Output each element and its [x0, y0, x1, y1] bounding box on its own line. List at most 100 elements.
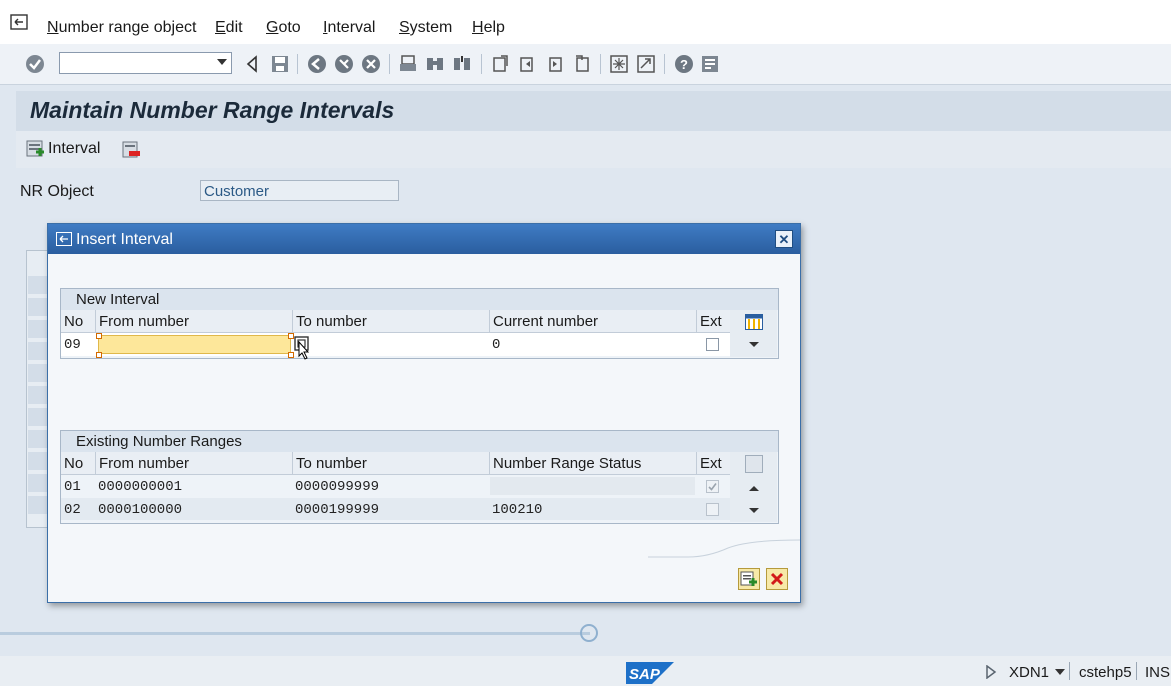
server-name: cstehp5	[1079, 664, 1132, 681]
mouse-cursor-icon	[298, 341, 310, 360]
footer-divider	[648, 539, 800, 558]
insert-mode: INS	[1145, 664, 1171, 681]
status-separator	[1069, 662, 1070, 680]
scroll-down-icon[interactable]	[749, 342, 759, 347]
status-separator	[1136, 662, 1137, 680]
table-settings-icon[interactable]	[745, 314, 763, 330]
insert-confirm-button[interactable]	[738, 568, 760, 590]
column-header[interactable]: To number	[293, 452, 490, 474]
table-row: 09 0	[61, 333, 730, 360]
status-expand-icon[interactable]	[985, 665, 997, 679]
table-row[interactable]: 01 0000000001 0000099999	[61, 475, 730, 497]
menu-interval[interactable]: Interval	[323, 19, 375, 37]
column-header[interactable]: Current number	[490, 310, 697, 332]
toolbar-separator	[481, 54, 482, 74]
row-status: 100210	[492, 502, 543, 518]
row-status	[490, 477, 695, 495]
new-interval-title: New Interval	[76, 291, 160, 308]
row-no: 09	[64, 337, 81, 353]
first-page-icon[interactable]	[491, 54, 511, 74]
column-header[interactable]: No	[61, 452, 96, 474]
column-header[interactable]: Ext	[697, 452, 730, 474]
find-next-icon[interactable]	[452, 54, 472, 74]
toolbar-separator	[297, 54, 298, 74]
table-row	[28, 364, 48, 382]
dialog-title: Insert Interval	[76, 231, 173, 248]
column-header[interactable]: To number	[293, 310, 490, 332]
row-to: 0000199999	[295, 502, 380, 518]
page-title: Maintain Number Range Intervals	[30, 97, 395, 123]
menu-edit[interactable]: Edit	[215, 19, 243, 37]
cancel-icon[interactable]	[361, 54, 381, 74]
column-select-button[interactable]	[745, 455, 763, 473]
customize-layout-icon[interactable]	[700, 54, 720, 74]
insert-interval-dialog: Insert Interval ✕ New Interval No From n…	[47, 223, 801, 603]
sap-logo: SAP	[626, 662, 674, 684]
existing-ranges-title: Existing Number Ranges	[76, 433, 242, 450]
find-icon[interactable]	[425, 54, 445, 74]
progress-knob[interactable]	[580, 624, 598, 642]
create-shortcut-icon[interactable]	[636, 54, 656, 74]
exit-icon[interactable]	[334, 54, 354, 74]
column-header[interactable]: From number	[96, 452, 293, 474]
toolbar-separator	[389, 54, 390, 74]
check-icon	[708, 483, 717, 491]
resize-handle	[96, 333, 102, 339]
scroll-down-icon[interactable]	[749, 508, 759, 513]
application-toolbar	[16, 131, 1171, 168]
ext-checkbox	[706, 503, 719, 516]
cancel-button[interactable]	[766, 568, 788, 590]
previous-page-icon[interactable]	[518, 54, 538, 74]
dialog-title-bar[interactable]: Insert Interval ✕	[48, 224, 800, 254]
chevron-down-icon[interactable]	[217, 59, 227, 65]
column-header[interactable]: Ext	[697, 310, 730, 332]
menu-label: umber range object	[58, 19, 197, 36]
table-row	[28, 386, 48, 404]
row-no: 01	[64, 479, 81, 495]
table-row	[28, 474, 48, 492]
scroll-up-icon[interactable]	[749, 486, 759, 491]
table-settings-column	[730, 310, 777, 357]
create-session-icon[interactable]	[609, 54, 629, 74]
table-row	[28, 408, 48, 426]
insert-interval-button[interactable]: Interval	[26, 139, 100, 159]
menu-system[interactable]: System	[399, 19, 452, 37]
column-header[interactable]: No	[61, 310, 96, 332]
print-icon[interactable]	[398, 54, 418, 74]
progress-track	[0, 632, 590, 635]
menu-help[interactable]: Help	[472, 19, 505, 37]
current-number: 0	[492, 337, 501, 353]
back-icon[interactable]	[307, 54, 327, 74]
system-menu-icon[interactable]	[10, 14, 28, 30]
column-header[interactable]: From number	[96, 310, 293, 332]
row-from: 0000100000	[98, 502, 183, 518]
row-from: 0000000001	[98, 479, 183, 495]
svg-text:SAP: SAP	[629, 666, 661, 683]
save-icon[interactable]	[270, 54, 290, 74]
svg-text:?: ?	[680, 57, 688, 72]
menu-goto[interactable]: Goto	[266, 19, 301, 37]
column-header[interactable]: Number Range Status	[490, 452, 697, 474]
existing-ranges-group: Existing Number Ranges No From number To…	[60, 430, 779, 524]
chevron-down-icon[interactable]	[1055, 669, 1065, 675]
standard-toolbar: ?	[0, 44, 1171, 85]
table-row	[28, 320, 48, 338]
insert-interval-icon	[26, 140, 44, 157]
menu-bar: Number range object Edit Goto Interval S…	[0, 0, 1171, 44]
help-icon[interactable]: ?	[674, 54, 694, 74]
enter-check-icon[interactable]	[25, 54, 45, 74]
table-scrollbar[interactable]	[730, 452, 777, 522]
last-page-icon[interactable]	[572, 54, 592, 74]
command-field[interactable]	[59, 52, 232, 74]
ext-checkbox[interactable]	[706, 338, 719, 351]
delete-interval-icon[interactable]	[121, 140, 141, 160]
to-number-input[interactable]	[293, 335, 488, 354]
nr-object-label: NR Object	[20, 183, 94, 200]
next-page-icon[interactable]	[545, 54, 565, 74]
menu-number-range-object[interactable]: Number range object	[47, 19, 196, 37]
from-number-input[interactable]	[98, 335, 291, 354]
close-icon[interactable]: ✕	[775, 230, 793, 248]
table-row[interactable]: 02 0000100000 0000199999 100210	[61, 498, 730, 520]
back-arrow-icon[interactable]	[243, 54, 263, 74]
interval-button-label: Interval	[48, 140, 101, 157]
